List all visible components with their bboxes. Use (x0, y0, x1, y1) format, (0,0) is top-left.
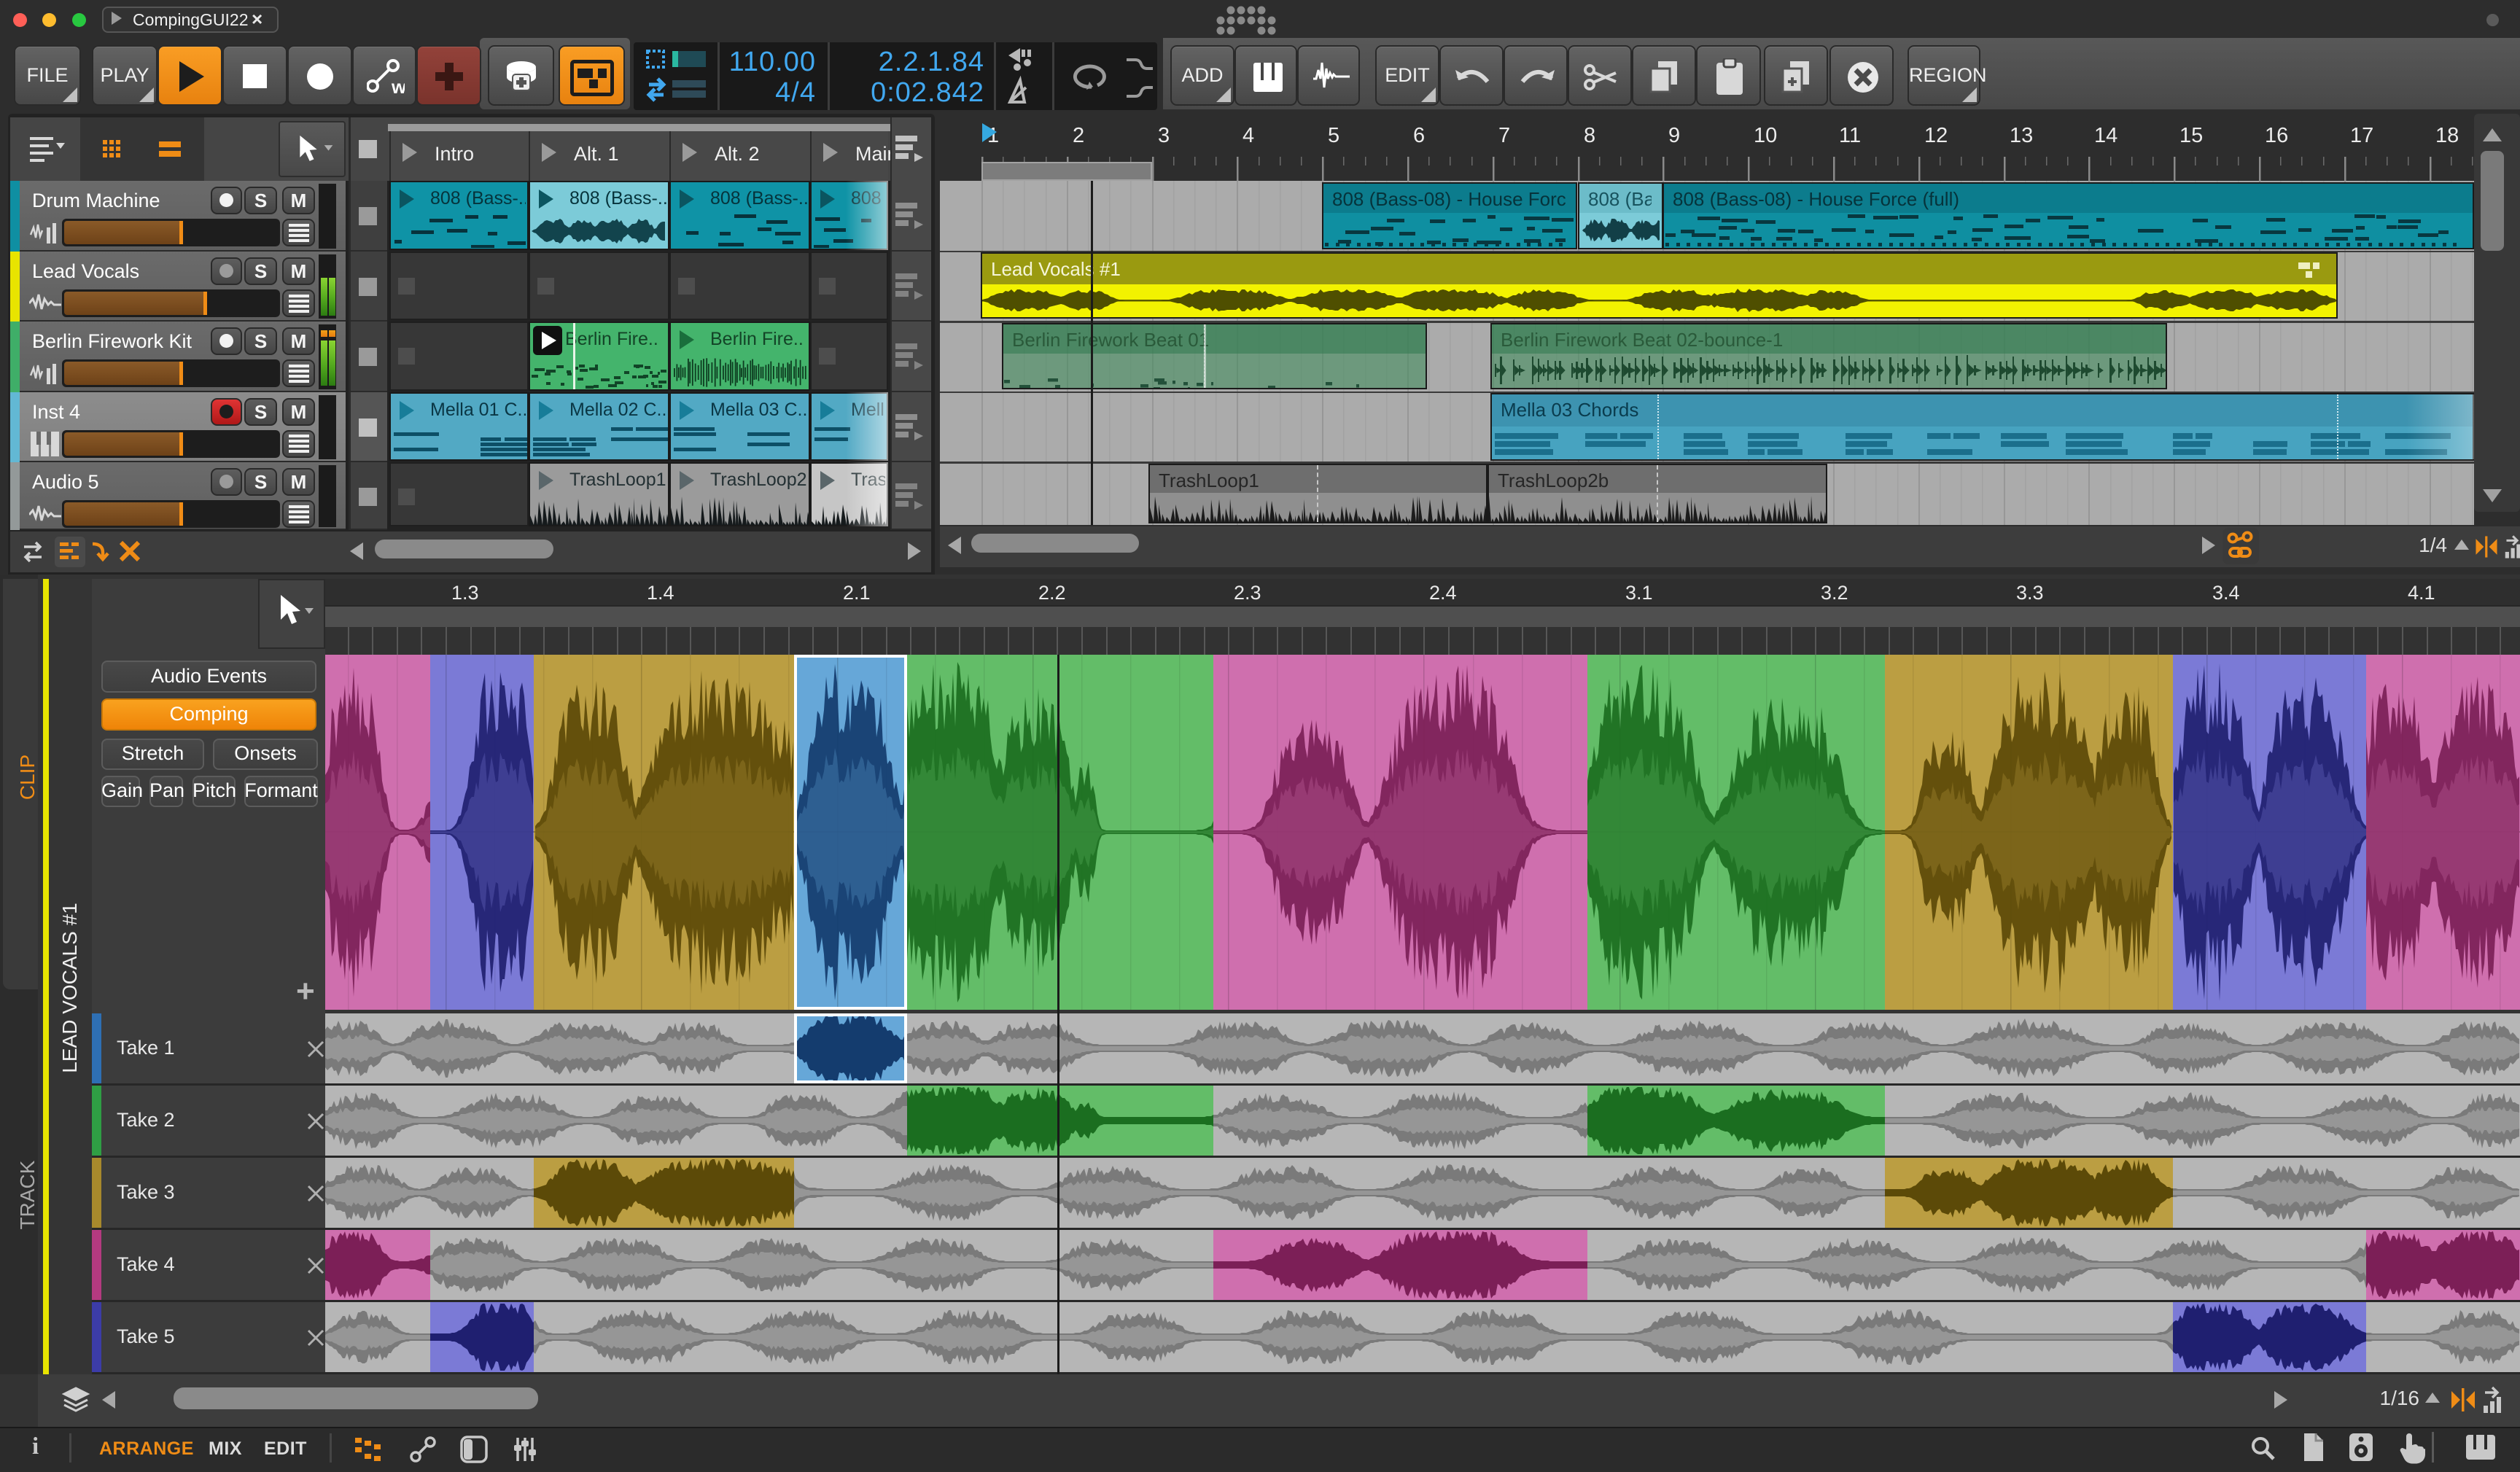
svg-text:w: w (391, 76, 405, 96)
